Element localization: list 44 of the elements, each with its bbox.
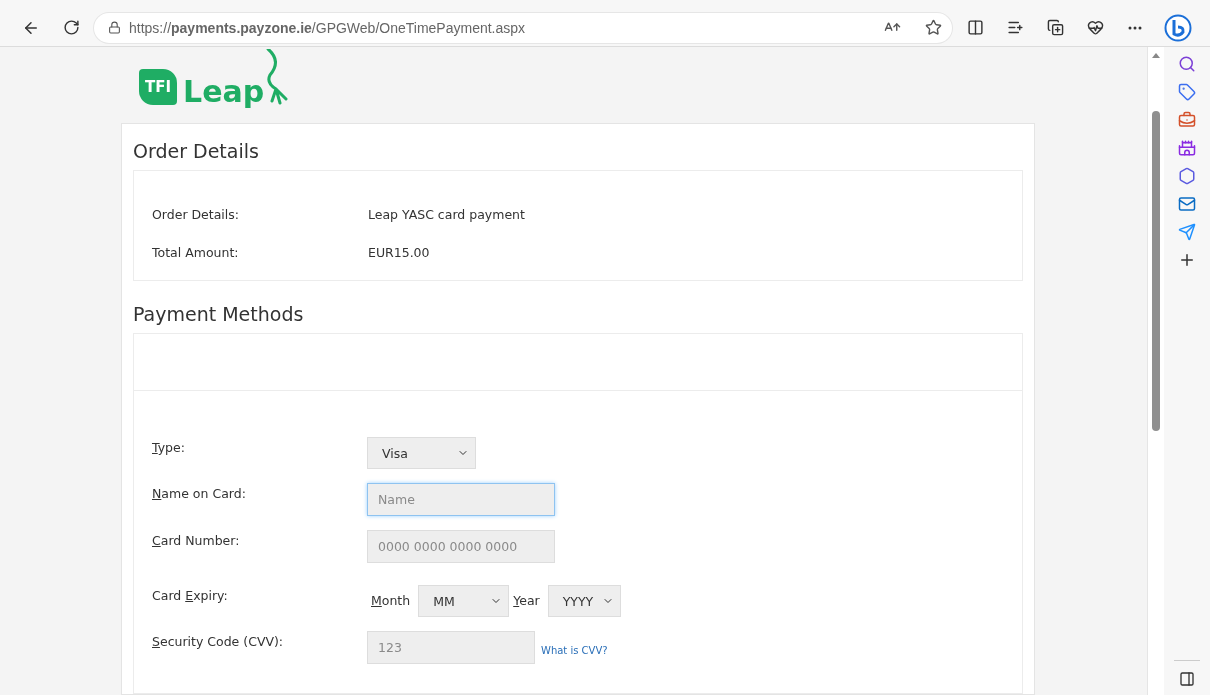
field-label: Card Expiry: — [152, 587, 229, 603]
lock-icon — [108, 21, 121, 34]
text-field[interactable]: 123 — [367, 631, 535, 664]
scrollbar[interactable] — [1147, 47, 1164, 695]
tag-icon[interactable] — [1178, 83, 1196, 101]
search-icon[interactable] — [1178, 55, 1196, 73]
year-select[interactable]: YYYY — [547, 585, 621, 617]
month-select[interactable]: MM — [418, 585, 510, 617]
field-value: Leap YASC card payment — [368, 207, 525, 222]
mail-icon[interactable] — [1178, 195, 1196, 213]
field-label: Name on Card: — [152, 485, 247, 501]
heart-pulse-icon — [1086, 19, 1104, 36]
list-plus-icon — [1006, 19, 1024, 36]
scroll-thumb[interactable] — [1152, 111, 1160, 431]
side-panel-icon[interactable] — [1179, 671, 1195, 687]
cvv-help-link[interactable]: What is CVV? — [541, 645, 608, 656]
field-label: Order Details: — [152, 207, 241, 222]
year-label: Year — [513, 593, 540, 608]
logo-badge: TFI — [139, 69, 178, 105]
logo-wordmark: Leap — [183, 74, 265, 109]
refresh-icon — [62, 19, 80, 36]
hexagon-icon[interactable] — [1178, 167, 1196, 185]
field-label: Total Amount: — [152, 245, 240, 260]
briefcase-icon[interactable] — [1178, 111, 1196, 129]
field-label: Card Number: — [152, 532, 241, 548]
split-screen-icon — [966, 19, 984, 36]
url-text: https://payments.payzone.ie/GPGWeb/OneTimePayment.aspx — [129, 19, 527, 36]
star-icon[interactable] — [925, 19, 942, 36]
section-heading: Payment Methods — [133, 303, 305, 325]
scroll-up-arrow-icon[interactable] — [1151, 51, 1161, 59]
field-label: Type: — [152, 439, 186, 455]
address-bar[interactable]: https://payments.payzone.ie/GPGWeb/OneTimePayment.aspx — [94, 12, 952, 43]
paper-plane-icon[interactable] — [1178, 223, 1196, 241]
add-icon[interactable] — [1178, 251, 1196, 269]
field-label: Security Code (CVV): — [152, 633, 285, 649]
section-heading: Order Details — [133, 140, 260, 162]
collections-icon — [1046, 19, 1064, 36]
card-type-select[interactable]: Visa — [367, 437, 476, 469]
field-value: EUR15.00 — [368, 245, 430, 260]
month-label: Month — [371, 593, 411, 608]
text-field[interactable]: Name — [367, 483, 555, 516]
swirl-logo-icon[interactable] — [1164, 13, 1192, 42]
more-icon — [1128, 25, 1142, 30]
text-field[interactable]: 0000 0000 0000 0000 — [367, 530, 555, 563]
